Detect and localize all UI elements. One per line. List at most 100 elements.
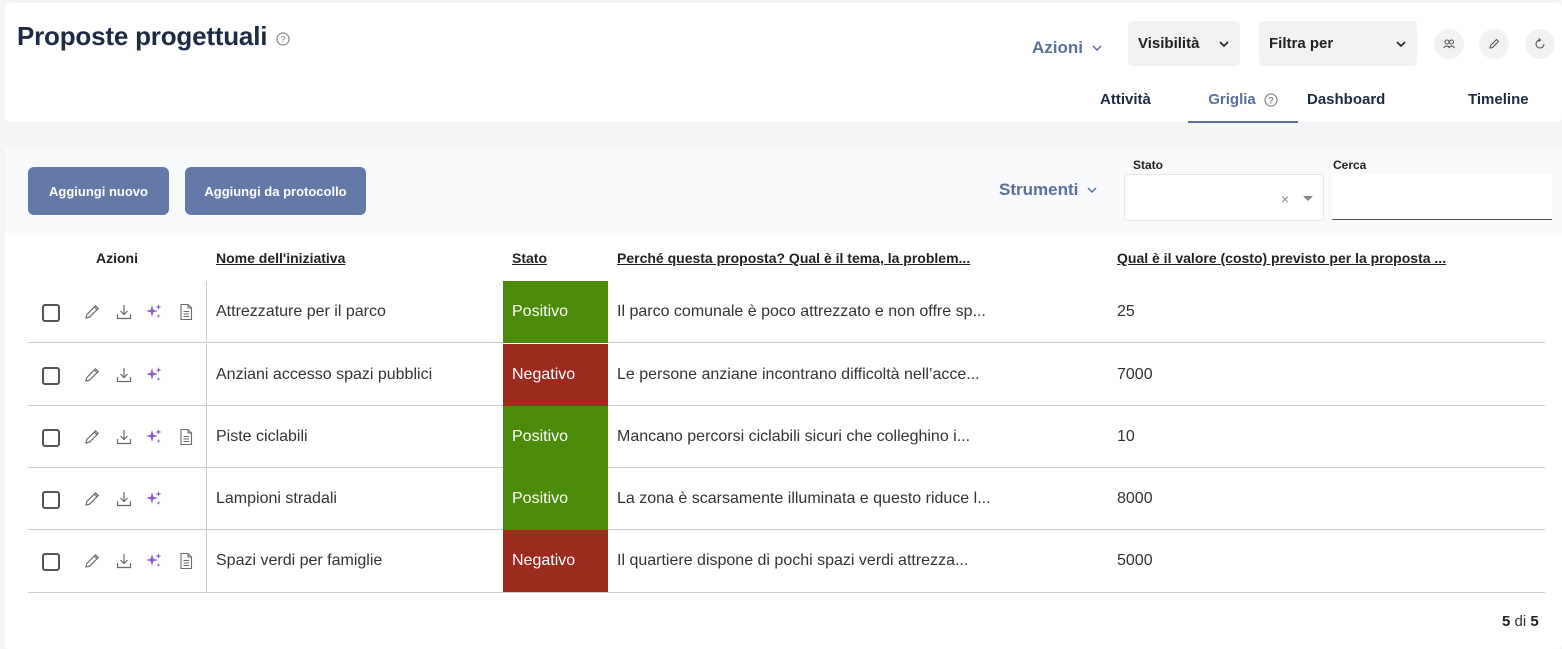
row-checkbox[interactable]	[42, 491, 60, 509]
tab-label: Attività	[1100, 91, 1151, 108]
cell-perche[interactable]: Mancano percorsi ciclabili sicuri che co…	[617, 406, 1097, 468]
status-badge: Positivo	[503, 281, 608, 343]
row-checkbox[interactable]	[42, 304, 60, 322]
sparkles-icon[interactable]	[144, 427, 164, 447]
add-from-protocol-button[interactable]: Aggiungi da protocollo	[185, 167, 366, 215]
add-new-button[interactable]: Aggiungi nuovo	[28, 167, 169, 215]
column-divider	[206, 406, 207, 468]
tab-label: Dashboard	[1307, 91, 1386, 108]
sparkles-icon[interactable]	[144, 365, 164, 385]
visibility-dropdown[interactable]: Visibilità	[1128, 21, 1240, 66]
help-icon[interactable]: ?	[276, 32, 290, 46]
clear-icon[interactable]: ×	[1281, 191, 1289, 207]
cell-valore[interactable]: 25	[1117, 281, 1417, 343]
pencil-icon	[1489, 38, 1500, 49]
pencil-icon[interactable]	[82, 365, 102, 385]
column-divider	[206, 281, 207, 343]
sparkles-icon[interactable]	[144, 302, 164, 322]
cell-nome[interactable]: Anziani accesso spazi pubblici	[216, 344, 496, 406]
azioni-label: Azioni	[1032, 38, 1083, 57]
tab-griglia[interactable]: Griglia ?	[1188, 83, 1298, 123]
tab-attivita[interactable]: Attività	[1100, 83, 1151, 123]
tab-label: Timeline	[1468, 91, 1529, 108]
cell-valore[interactable]: 7000	[1117, 344, 1417, 406]
download-icon[interactable]	[114, 551, 134, 571]
sparkles-icon[interactable]	[144, 489, 164, 509]
cell-perche[interactable]: Il quartiere dispone di pochi spazi verd…	[617, 530, 1097, 592]
search-input[interactable]	[1332, 174, 1552, 220]
users-icon	[1443, 39, 1455, 49]
shown-count: 5	[1502, 613, 1511, 630]
users-button[interactable]	[1434, 29, 1464, 59]
pagination-count: 5 di 5	[1502, 613, 1539, 630]
help-icon[interactable]: ?	[1264, 93, 1278, 107]
refresh-button[interactable]	[1525, 29, 1555, 59]
header-card: Proposte progettuali ? Azioni Visibilità…	[5, 3, 1562, 123]
chevron-down-icon	[1092, 45, 1102, 52]
download-icon[interactable]	[114, 365, 134, 385]
download-icon[interactable]	[114, 302, 134, 322]
column-header-stato[interactable]: Stato	[512, 250, 547, 266]
cell-perche[interactable]: La zona è scarsamente illuminata e quest…	[617, 468, 1097, 530]
pencil-icon[interactable]	[82, 551, 102, 571]
caret-down-icon[interactable]	[1303, 196, 1313, 201]
row-checkbox[interactable]	[42, 367, 60, 385]
of-label: di	[1514, 613, 1527, 630]
column-header-nome[interactable]: Nome dell'iniziativa	[216, 250, 345, 266]
cell-perche[interactable]: Il parco comunale è poco attrezzato e no…	[617, 281, 1097, 343]
table-row[interactable]: Piste ciclabili Positivo Mancano percors…	[28, 406, 1545, 468]
cell-valore[interactable]: 10	[1117, 406, 1417, 468]
strumenti-label: Strumenti	[999, 180, 1079, 199]
document-icon[interactable]	[176, 427, 196, 447]
stato-filter-select[interactable]: ×	[1124, 174, 1324, 221]
stato-filter-label: Stato	[1133, 158, 1163, 172]
table-row[interactable]: Spazi verdi per famiglie Negativo Il qua…	[28, 530, 1545, 593]
cell-nome[interactable]: Attrezzature per il parco	[216, 281, 496, 343]
page-title: Proposte progettuali	[17, 21, 268, 51]
chevron-down-icon	[1219, 40, 1229, 47]
total-count: 5	[1530, 613, 1539, 630]
column-divider	[206, 344, 207, 406]
strumenti-menu[interactable]: Strumenti	[999, 180, 1098, 200]
table-row[interactable]: Anziani accesso spazi pubblici Negativo …	[28, 344, 1545, 406]
edit-view-button[interactable]	[1479, 29, 1509, 59]
row-checkbox[interactable]	[42, 429, 60, 447]
pencil-icon[interactable]	[82, 302, 102, 322]
cell-nome[interactable]: Lampioni stradali	[216, 468, 496, 530]
azioni-menu[interactable]: Azioni	[1032, 36, 1103, 60]
filter-label: Filtra per	[1269, 35, 1334, 52]
sparkles-icon[interactable]	[144, 551, 164, 571]
cell-valore[interactable]: 8000	[1117, 468, 1417, 530]
download-icon[interactable]	[114, 427, 134, 447]
chevron-down-icon	[1396, 40, 1406, 47]
table-row[interactable]: Attrezzature per il parco Positivo Il pa…	[28, 281, 1545, 343]
download-icon[interactable]	[114, 489, 134, 509]
svg-text:?: ?	[1268, 96, 1274, 106]
status-badge: Negativo	[503, 344, 608, 406]
tab-timeline[interactable]: Timeline	[1468, 83, 1529, 123]
cell-nome[interactable]: Spazi verdi per famiglie	[216, 530, 496, 592]
cell-nome[interactable]: Piste ciclabili	[216, 406, 496, 468]
cell-perche[interactable]: Le persone anziane incontrano difficoltà…	[617, 344, 1097, 406]
column-header-valore[interactable]: Qual è il valore (costo) previsto per la…	[1117, 250, 1446, 266]
column-divider	[206, 530, 207, 592]
status-badge: Positivo	[503, 406, 608, 468]
status-badge: Positivo	[503, 468, 608, 530]
document-icon[interactable]	[176, 551, 196, 571]
row-checkbox[interactable]	[42, 553, 60, 571]
tab-label: Griglia	[1208, 91, 1256, 108]
column-divider	[206, 468, 207, 530]
tab-dashboard[interactable]: Dashboard	[1307, 83, 1385, 123]
filter-dropdown[interactable]: Filtra per	[1259, 21, 1417, 66]
document-icon[interactable]	[176, 302, 196, 322]
status-badge: Negativo	[503, 530, 608, 592]
cell-valore[interactable]: 5000	[1117, 530, 1417, 592]
search-label: Cerca	[1333, 158, 1367, 172]
visibility-label: Visibilità	[1138, 35, 1200, 52]
table-row[interactable]: Lampioni stradali Positivo La zona è sca…	[28, 468, 1545, 530]
svg-text:?: ?	[280, 35, 285, 45]
column-header-perche[interactable]: Perché questa proposta? Qual è il tema, …	[617, 250, 970, 266]
pencil-icon[interactable]	[82, 489, 102, 509]
pencil-icon[interactable]	[82, 427, 102, 447]
grid-card: Aggiungi nuovo Aggiungi da protocollo St…	[5, 147, 1562, 649]
